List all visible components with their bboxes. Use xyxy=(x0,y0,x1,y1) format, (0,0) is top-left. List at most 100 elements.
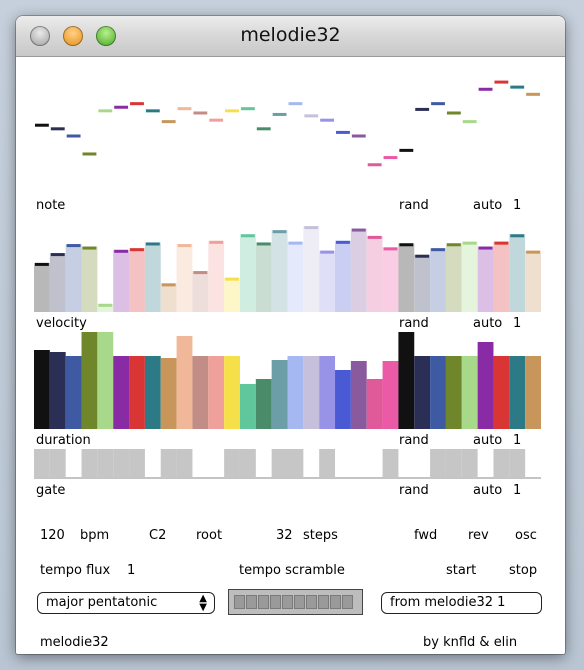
velocity-cap-14[interactable] xyxy=(240,234,255,238)
note-step-7[interactable] xyxy=(130,102,144,106)
duration-bar-32[interactable] xyxy=(525,356,541,429)
note-step-14[interactable] xyxy=(240,107,255,111)
duration-bar-31[interactable] xyxy=(509,356,526,429)
velocity-cap-29[interactable] xyxy=(478,246,493,250)
note-step-15[interactable] xyxy=(256,127,271,131)
velocity-bar-20[interactable] xyxy=(335,240,351,312)
duration-bar-22[interactable] xyxy=(366,379,383,429)
gate-step-13[interactable] xyxy=(224,449,240,478)
velocity-bar-8[interactable] xyxy=(144,242,161,312)
duration-bar-24[interactable] xyxy=(398,332,415,429)
duration-bar-1[interactable] xyxy=(34,350,50,429)
gate-step-31[interactable] xyxy=(509,449,526,478)
gate-step-4[interactable] xyxy=(81,449,98,478)
gate-step-14[interactable] xyxy=(239,449,256,478)
velocity-bar-23[interactable] xyxy=(382,247,399,312)
duration-bar-11[interactable] xyxy=(192,356,209,429)
duration-bar-2[interactable] xyxy=(49,352,66,429)
velocity-bar-30[interactable] xyxy=(493,241,510,312)
note-step-31[interactable] xyxy=(510,85,525,89)
tempo-number[interactable]: 120 xyxy=(40,528,65,543)
note-step-1[interactable] xyxy=(35,123,49,127)
reverse-button[interactable]: rev xyxy=(468,528,489,543)
note-step-4[interactable] xyxy=(82,152,97,156)
note-step-17[interactable] xyxy=(288,102,303,106)
note-step-27[interactable] xyxy=(446,111,461,115)
velocity-cap-11[interactable] xyxy=(193,271,208,275)
velocity-bar-31[interactable] xyxy=(509,234,526,312)
duration-bar-8[interactable] xyxy=(144,356,161,429)
velocity-cap-22[interactable] xyxy=(367,235,382,239)
velocity-bar-25[interactable] xyxy=(414,254,431,312)
note-rand-button[interactable]: rand xyxy=(399,198,429,213)
tempo-flux-number[interactable]: 1 xyxy=(127,563,135,578)
velocity-cap-4[interactable] xyxy=(82,246,97,250)
velocity-cap-20[interactable] xyxy=(336,240,350,244)
duration-bar-16[interactable] xyxy=(271,360,288,429)
start-button[interactable]: start xyxy=(446,563,476,578)
note-step-2[interactable] xyxy=(50,127,65,131)
velocity-bar-1[interactable] xyxy=(34,262,50,312)
note-step-24[interactable] xyxy=(399,148,414,152)
velocity-bar-15[interactable] xyxy=(255,242,272,312)
velocity-cap-9[interactable] xyxy=(161,283,176,287)
duration-bar-6[interactable] xyxy=(113,356,130,429)
velocity-bar-7[interactable] xyxy=(129,248,145,312)
gate-step-7[interactable] xyxy=(129,449,145,478)
duration-bar-15[interactable] xyxy=(255,379,272,429)
note-step-30[interactable] xyxy=(494,80,509,84)
duration-bar-12[interactable] xyxy=(208,356,225,429)
tempo-scramble-matrix[interactable] xyxy=(228,589,363,615)
duration-bar-23[interactable] xyxy=(382,361,399,429)
velocity-cap-24[interactable] xyxy=(399,243,414,247)
duration-bar-7[interactable] xyxy=(129,356,145,429)
note-step-22[interactable] xyxy=(367,163,382,167)
duration-rand-button[interactable]: rand xyxy=(399,433,429,448)
duration-bar-27[interactable] xyxy=(445,356,462,429)
root-note-number[interactable]: C2 xyxy=(149,528,166,543)
velocity-bar-9[interactable] xyxy=(160,283,177,312)
velocity-bar-14[interactable] xyxy=(239,234,256,312)
gate-auto-number[interactable]: 1 xyxy=(513,483,521,498)
gate-step-28[interactable] xyxy=(461,449,478,478)
velocity-bar-28[interactable] xyxy=(461,241,478,312)
duration-bar-29[interactable] xyxy=(477,342,494,429)
duration-bar-17[interactable] xyxy=(287,356,304,429)
velocity-cap-13[interactable] xyxy=(225,277,239,281)
velocity-bar-12[interactable] xyxy=(208,240,225,312)
duration-bar-20[interactable] xyxy=(335,370,351,429)
velocity-cap-8[interactable] xyxy=(145,242,160,246)
forward-button[interactable]: fwd xyxy=(414,528,437,543)
note-step-28[interactable] xyxy=(462,120,477,124)
stop-button[interactable]: stop xyxy=(509,563,537,578)
velocity-cap-6[interactable] xyxy=(114,249,129,253)
duration-bar-26[interactable] xyxy=(430,356,446,429)
note-step-25[interactable] xyxy=(415,107,430,111)
oscillate-button[interactable]: osc xyxy=(515,528,537,543)
velocity-cap-12[interactable] xyxy=(209,240,224,244)
note-step-8[interactable] xyxy=(145,109,160,113)
velocity-bar-29[interactable] xyxy=(477,246,494,312)
velocity-cap-32[interactable] xyxy=(526,250,540,254)
tempo-scramble-button[interactable]: tempo scramble xyxy=(239,563,345,578)
note-step-11[interactable] xyxy=(193,111,208,115)
velocity-cap-27[interactable] xyxy=(446,243,461,247)
velocity-bar-21[interactable] xyxy=(350,228,367,312)
velocity-bar-3[interactable] xyxy=(65,244,82,312)
gate-step-17[interactable] xyxy=(287,449,304,478)
velocity-cap-28[interactable] xyxy=(462,241,477,245)
velocity-bar-17[interactable] xyxy=(287,241,304,312)
gate-step-30[interactable] xyxy=(493,449,510,478)
preset-select[interactable]: from melodie32 1 xyxy=(381,592,542,614)
velocity-bar-19[interactable] xyxy=(319,250,336,312)
velocity-bar-26[interactable] xyxy=(430,248,446,312)
steps-number[interactable]: 32 xyxy=(276,528,293,543)
velocity-cap-7[interactable] xyxy=(130,248,144,252)
duration-bar-19[interactable] xyxy=(319,356,336,429)
note-step-19[interactable] xyxy=(320,118,335,122)
scale-select[interactable]: major pentatonic ▲ ▼ xyxy=(37,592,215,614)
duration-bar-3[interactable] xyxy=(65,356,82,429)
sequencer-graphs[interactable] xyxy=(16,57,565,497)
velocity-cap-1[interactable] xyxy=(35,262,49,266)
velocity-bar-22[interactable] xyxy=(366,235,383,312)
